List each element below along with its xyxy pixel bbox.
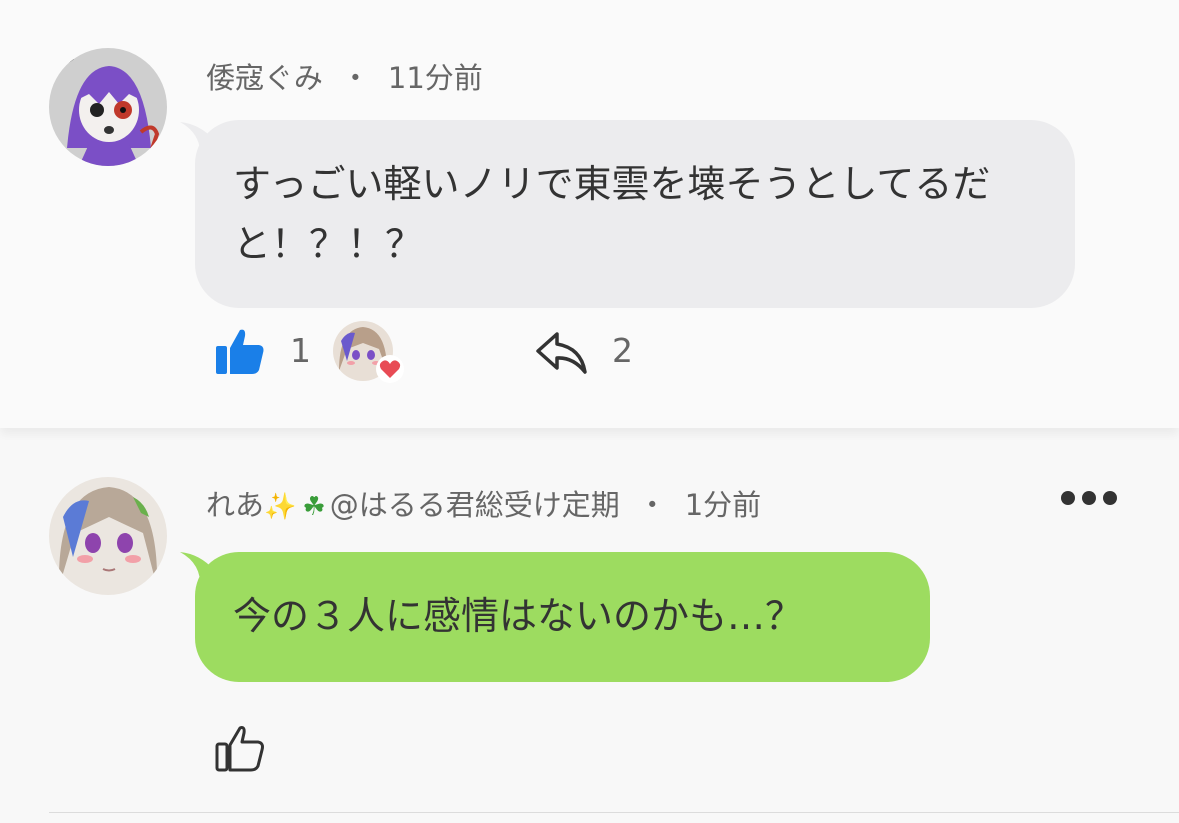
author-name-prefix: れあ xyxy=(206,488,265,522)
comment-bubble: 今の３人に感情はないのかも…？ xyxy=(195,552,930,682)
reply-icon[interactable] xyxy=(535,330,589,376)
thumbs-up-outline-icon[interactable] xyxy=(214,723,266,775)
timestamp: 11分前 xyxy=(387,61,483,95)
comment-card: 倭寇ぐみ・ 11分前 すっごい軽いノリで東雲を壊そうとしてるだと！？！？ 1 2 xyxy=(0,0,1179,428)
more-options-icon[interactable] xyxy=(1060,490,1118,506)
author-name[interactable]: 倭寇ぐみ xyxy=(206,61,323,95)
comment-card: れあ✨ ☘ @はるる君総受け定期・ 1分前 今の３人に感情はないのかも…？ xyxy=(0,440,1179,823)
comment-text: 今の３人に感情はないのかも…？ xyxy=(233,594,804,638)
like-count: 1 xyxy=(290,331,311,370)
sparkles-icon: ✨ xyxy=(264,492,297,522)
author-name-suffix: @はるる君総受け定期 xyxy=(329,488,620,522)
bottom-divider xyxy=(49,812,1179,813)
heart-reaction-icon xyxy=(376,355,404,383)
avatar[interactable] xyxy=(49,477,167,595)
comment-bubble: すっごい軽いノリで東雲を壊そうとしてるだと！？！？ xyxy=(195,120,1075,308)
reply-count: 2 xyxy=(612,331,633,370)
thumbs-up-filled-icon[interactable] xyxy=(214,326,266,378)
avatar[interactable] xyxy=(49,48,167,166)
comment-meta: れあ✨ ☘ @はるる君総受け定期・ 1分前 xyxy=(206,482,761,524)
author-name[interactable]: れあ✨ ☘ @はるる君総受け定期 xyxy=(206,488,620,522)
comment-text: すっごい軽いノリで東雲を壊そうとしてるだと！？！？ xyxy=(233,162,991,266)
timestamp: 1分前 xyxy=(684,488,762,522)
comment-meta: 倭寇ぐみ・ 11分前 xyxy=(206,55,483,97)
meta-separator: ・ xyxy=(340,61,370,95)
comment-actions: 1 2 xyxy=(0,318,1179,388)
comment-actions xyxy=(0,715,1179,785)
meta-separator: ・ xyxy=(637,488,667,522)
four-leaf-clover-icon: ☘ xyxy=(302,492,326,522)
